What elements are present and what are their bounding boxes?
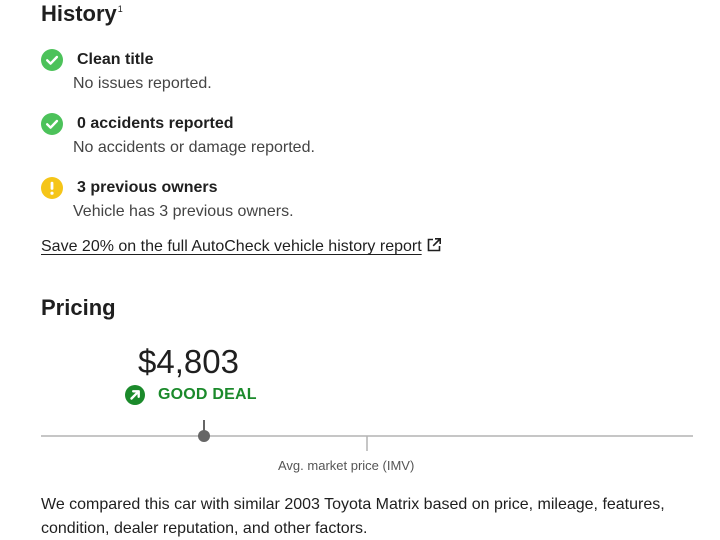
price-marker-dot [198, 430, 210, 442]
external-link-icon [427, 238, 441, 252]
autocheck-report-link-text: Save 20% on the full AutoCheck vehicle h… [41, 238, 422, 255]
price-scale [41, 420, 693, 451]
history-heading: History1 [41, 1, 123, 26]
history-item-title: 3 previous owners [77, 179, 218, 196]
price-value: $4,803 [138, 343, 239, 380]
deal-rating-label: GOOD DEAL [158, 386, 257, 403]
history-item-description: No issues reported. [73, 75, 212, 92]
imv-label: Avg. market price (IMV) [278, 458, 415, 473]
vehicle-details-panel: History1 Clean title No issues reported.… [0, 0, 720, 540]
exclamation-circle-icon [41, 177, 63, 199]
history-item-description: No accidents or damage reported. [73, 139, 315, 156]
pricing-description: We compared this car with similar 2003 T… [41, 496, 665, 537]
deal-rating: GOOD DEAL [125, 385, 257, 405]
arrow-up-right-circle-icon [125, 385, 145, 405]
footnote-marker: 1 [117, 4, 123, 14]
check-circle-icon [41, 113, 63, 135]
autocheck-report-link[interactable]: Save 20% on the full AutoCheck vehicle h… [41, 237, 442, 256]
history-item-title: Clean title [77, 51, 154, 68]
check-circle-icon [41, 49, 63, 71]
pricing-heading: Pricing [41, 295, 116, 320]
history-item-title: 0 accidents reported [77, 115, 234, 132]
history-item-description: Vehicle has 3 previous owners. [73, 203, 294, 220]
